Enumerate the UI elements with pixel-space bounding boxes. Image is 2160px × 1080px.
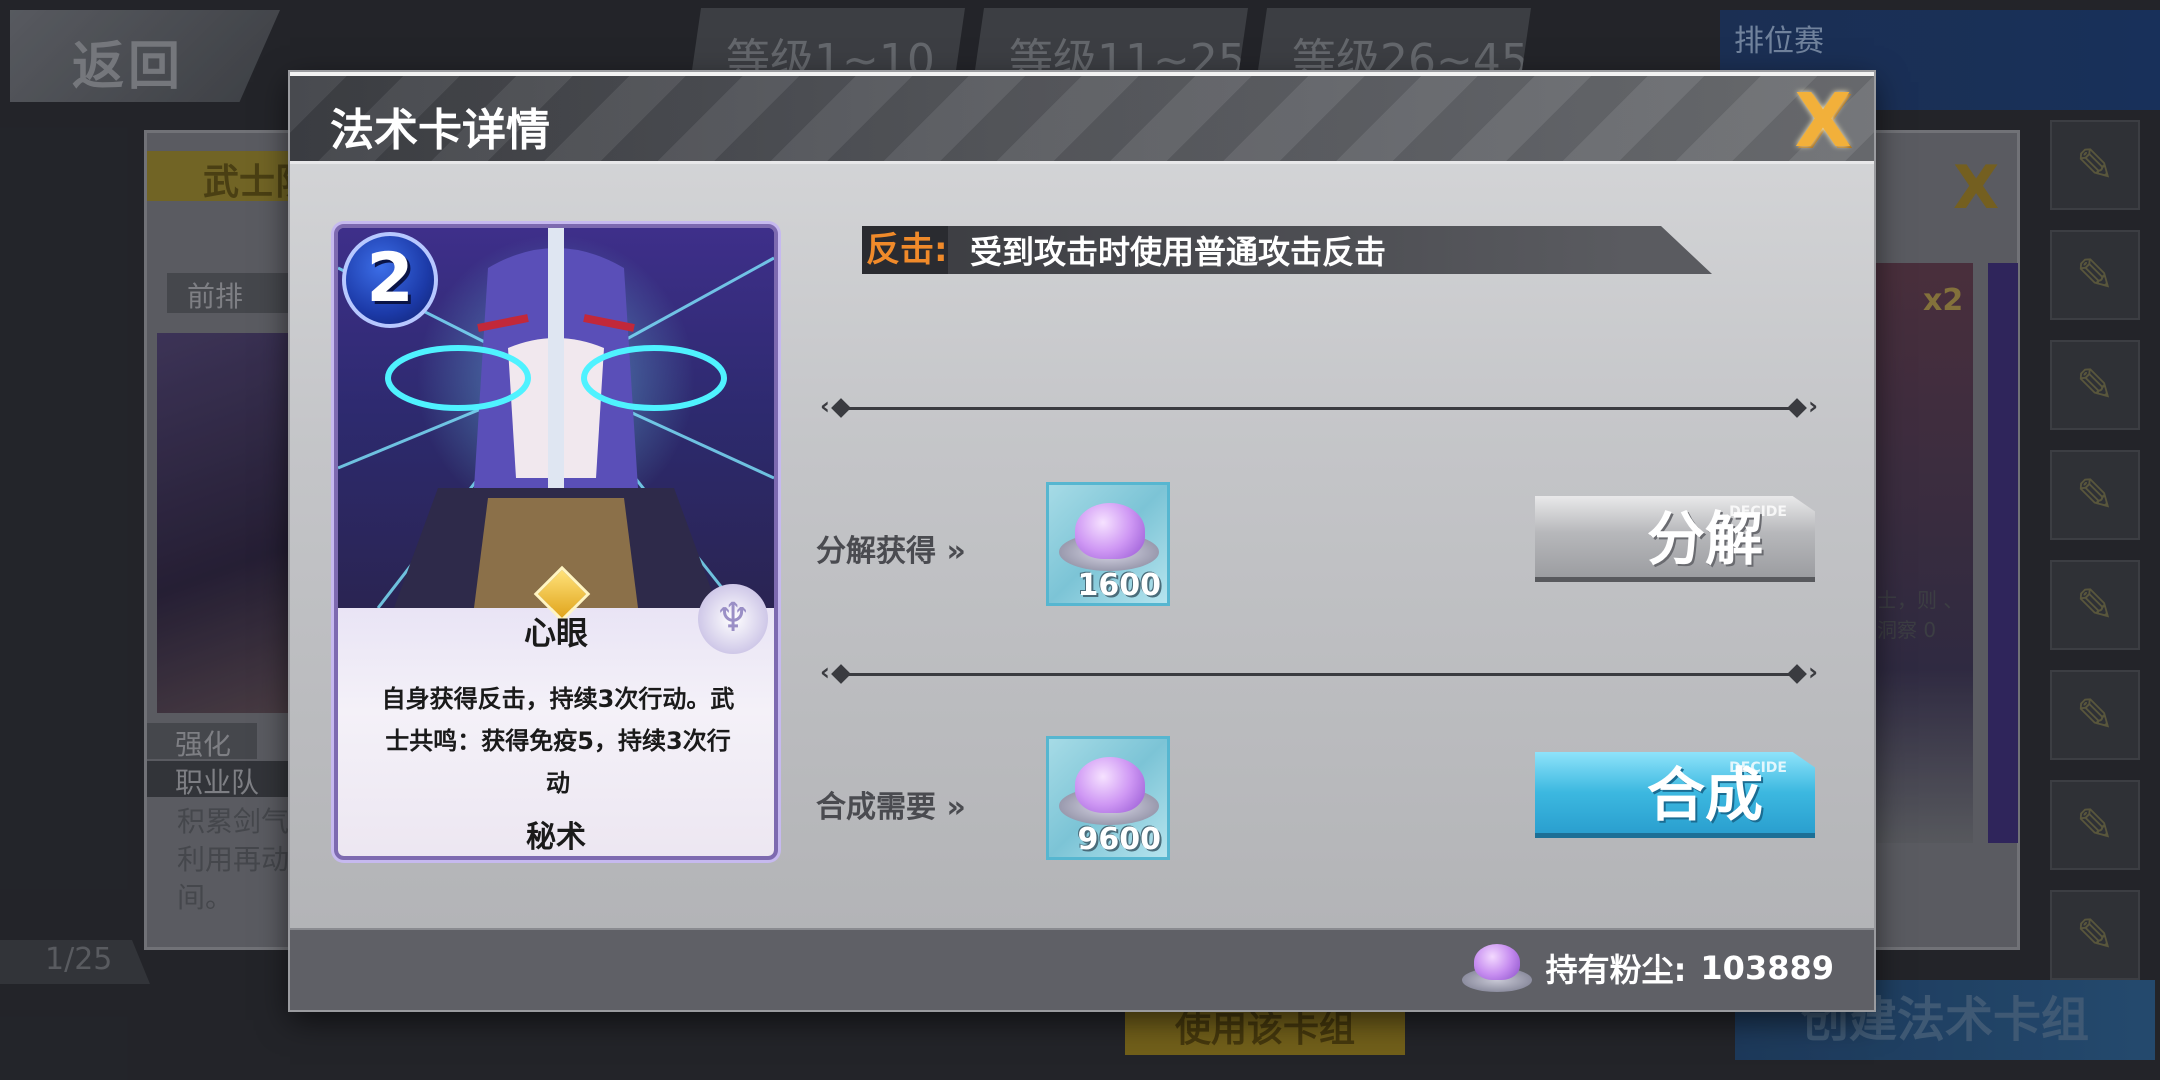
card-type: 秘术 — [526, 820, 586, 855]
diamond-icon — [1787, 664, 1807, 684]
card-name: 心眼 — [523, 614, 588, 652]
close-icon[interactable]: X — [1788, 82, 1858, 160]
section-divider: ‹ › — [820, 392, 1818, 420]
modal-footer: 持有粉尘: 103889 — [290, 928, 1874, 1010]
section-divider: ‹ › — [820, 658, 1818, 686]
compose-label-text: 合成需要 — [816, 790, 936, 825]
keyword-effect-banner: 反击: 受到攻击时使用普通攻击反击 — [862, 226, 1712, 274]
double-chevron-icon: » — [946, 790, 966, 825]
chevron-right-icon: › — [1808, 392, 1818, 420]
dust-icon — [1075, 503, 1145, 559]
dust-icon — [1075, 757, 1145, 813]
diamond-icon — [1787, 398, 1807, 418]
dust-balance: 持有粉尘: 103889 — [1461, 944, 1834, 992]
card-description: 自身获得反击，持续3次行动。武士共鸣：获得免疫5，持续3次行动 — [381, 685, 735, 797]
decompose-label: 分解获得 » — [816, 526, 966, 570]
compose-label: 合成需要 » — [816, 782, 966, 826]
effect-description: 受到攻击时使用普通攻击反击 — [970, 233, 1387, 271]
card-artwork: 2 — [338, 228, 774, 608]
decompose-button[interactable]: 分解 DECIDE — [1535, 496, 1815, 582]
dust-balance-label: 持有粉尘: — [1545, 951, 1687, 989]
modal-header: 法术卡详情 X — [290, 76, 1874, 164]
double-chevron-icon: » — [946, 534, 966, 569]
compose-button[interactable]: 合成 DECIDE — [1535, 752, 1815, 838]
divider-line — [846, 407, 1792, 410]
decide-tag: DECIDE — [1729, 760, 1787, 776]
decide-tag: DECIDE — [1729, 504, 1787, 520]
chevron-right-icon: › — [1808, 658, 1818, 686]
effect-keyword: 反击: — [862, 226, 948, 274]
dust-amount: 9600 — [1077, 822, 1162, 857]
dust-pile — [1473, 944, 1520, 980]
divider-line — [846, 673, 1792, 676]
chevron-left-icon: ‹ — [820, 658, 830, 686]
spell-card-detail-modal: 法术卡详情 X 2 ♆ 心眼 自身获得反击，持续3次行动。武士共鸣：获得免疫5，… — [290, 72, 1874, 1010]
card-cost-badge: 2 — [342, 232, 438, 328]
spell-card: 2 ♆ 心眼 自身获得反击，持续3次行动。武士共鸣：获得免疫5，持续3次行动 秘… — [334, 224, 778, 860]
modal-title: 法术卡详情 — [330, 105, 550, 156]
decompose-label-text: 分解获得 — [816, 534, 936, 569]
dust-amount: 1600 — [1077, 568, 1162, 603]
dust-icon — [1461, 944, 1532, 992]
dust-balance-value: 103889 — [1700, 949, 1834, 987]
dust-reward-tile: 1600 — [1046, 482, 1170, 606]
chevron-left-icon: ‹ — [820, 392, 830, 420]
dust-cost-tile: 9600 — [1046, 736, 1170, 860]
